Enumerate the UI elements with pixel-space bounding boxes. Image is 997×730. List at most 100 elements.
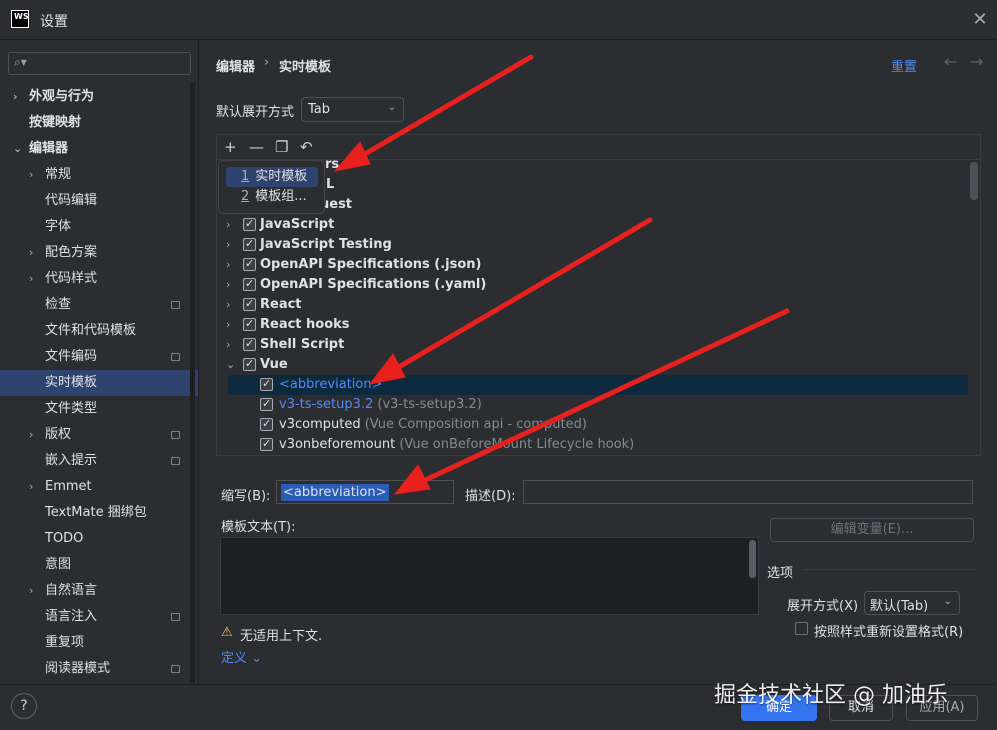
sidebar-item[interactable]: 实时模板 <box>0 370 198 396</box>
sidebar-scrollbar[interactable] <box>190 83 195 683</box>
sidebar-item[interactable]: 字体 <box>0 214 198 240</box>
webstorm-logo-icon: WS <box>11 10 29 28</box>
sidebar-item[interactable]: 嵌入提示 <box>0 448 198 474</box>
template-checkbox[interactable] <box>260 394 273 414</box>
copy-icon[interactable]: ❐ <box>275 138 288 156</box>
chevron-down-icon: ⌄ <box>943 596 952 607</box>
popup-menu-item[interactable]: 2 模板组... <box>226 187 318 207</box>
sidebar-item[interactable]: 文件类型 <box>0 396 198 422</box>
sidebar-item[interactable]: › 常规 <box>0 162 198 188</box>
template-row[interactable]: v3onbeforemount (Vue onBeforeMount Lifec… <box>217 434 969 455</box>
template-text-scrollbar[interactable] <box>749 540 756 578</box>
tree-group-row[interactable]: › React hooks <box>217 314 969 335</box>
tree-group-row[interactable]: › OpenAPI Specifications (.json) <box>217 254 969 275</box>
sidebar-item[interactable]: 按键映射 <box>0 110 198 136</box>
chevron-right-icon[interactable]: › <box>226 275 230 295</box>
group-checkbox[interactable] <box>243 354 256 374</box>
chevron-right-icon[interactable]: › <box>226 255 230 275</box>
project-scope-icon <box>171 457 180 465</box>
expand-with-select[interactable]: 默认(Tab) ⌄ <box>864 591 960 615</box>
sidebar-item[interactable]: › Emmet <box>0 474 198 500</box>
template-abbreviation: v3onbeforemount <box>279 437 396 452</box>
chevron-right-icon[interactable]: › <box>226 215 230 235</box>
sidebar-item[interactable]: 语言注入 <box>0 604 198 630</box>
tree-group-row[interactable]: › JavaScript <box>217 214 969 235</box>
chevron-right-icon[interactable]: › <box>13 84 18 110</box>
sidebar-item[interactable]: › 代码样式 <box>0 266 198 292</box>
sidebar-item-label: TODO <box>45 531 84 546</box>
default-expand-select[interactable]: Tab ⌄ <box>301 97 404 122</box>
tree-scrollbar[interactable] <box>970 162 978 200</box>
tree-group-label: OpenAPI Specifications (.json) <box>260 257 482 272</box>
sidebar-item[interactable]: TODO <box>0 526 198 552</box>
edit-variables-button[interactable]: 编辑变量(E)... <box>770 518 974 542</box>
reformat-checkbox[interactable] <box>795 622 808 635</box>
abbreviation-value[interactable]: <abbreviation> <box>281 484 389 501</box>
sidebar-item[interactable]: › 自然语言 <box>0 578 198 604</box>
close-icon[interactable]: ✕ <box>970 10 990 30</box>
sidebar-item-label: 阅读器模式 <box>45 661 111 676</box>
group-checkbox[interactable] <box>243 294 256 314</box>
template-checkbox[interactable] <box>260 374 273 394</box>
sidebar-item[interactable]: 阅读器模式 <box>0 656 198 682</box>
tree-group-row[interactable]: uest <box>217 195 969 215</box>
tree-group-row[interactable]: L <box>217 175 969 195</box>
sidebar-item-label: 代码编辑 <box>45 193 98 208</box>
template-text-area[interactable] <box>220 537 759 615</box>
sidebar-item[interactable]: ⌄ 编辑器 <box>0 136 198 162</box>
back-arrow-icon[interactable]: ← <box>944 52 957 71</box>
template-row[interactable]: v3computed (Vue Composition api - comput… <box>217 414 969 435</box>
chevron-right-icon[interactable]: › <box>29 240 33 266</box>
sidebar-item[interactable]: 代码编辑 <box>0 188 198 214</box>
sidebar-item[interactable]: 意图 <box>0 552 198 578</box>
chevron-right-icon[interactable]: › <box>29 162 33 188</box>
undo-icon[interactable]: ↶ <box>300 138 313 156</box>
chevron-right-icon[interactable]: › <box>29 578 33 604</box>
help-button[interactable]: ? <box>11 693 37 719</box>
group-checkbox[interactable] <box>243 314 256 334</box>
sidebar-item[interactable]: TextMate 捆绑包 <box>0 500 198 526</box>
sidebar-item[interactable]: 重复项 <box>0 630 198 656</box>
remove-icon[interactable]: — <box>249 138 264 156</box>
chevron-right-icon[interactable]: › <box>226 235 230 255</box>
tree-group-row[interactable]: rs <box>217 155 969 175</box>
sidebar-item[interactable]: 检查 <box>0 292 198 318</box>
sidebar-item[interactable]: › 配色方案 <box>0 240 198 266</box>
group-checkbox[interactable] <box>243 274 256 294</box>
sidebar-item-label: 编辑器 <box>29 141 69 156</box>
group-checkbox[interactable] <box>243 334 256 354</box>
search-input[interactable] <box>8 52 191 75</box>
chevron-down-icon[interactable]: ⌄ <box>13 136 22 162</box>
chevron-right-icon[interactable]: › <box>29 422 33 448</box>
chevron-down-icon[interactable]: ⌄ <box>226 355 235 375</box>
template-row[interactable]: <abbreviation> <box>228 374 968 395</box>
chevron-right-icon[interactable]: › <box>29 266 33 292</box>
tree-group-row[interactable]: › Shell Script <box>217 334 969 355</box>
template-checkbox[interactable] <box>260 414 273 434</box>
group-checkbox[interactable] <box>243 214 256 234</box>
chevron-right-icon[interactable]: › <box>226 295 230 315</box>
sidebar-item[interactable]: › 版权 <box>0 422 198 448</box>
sidebar-item[interactable]: 文件编码 <box>0 344 198 370</box>
chevron-right-icon[interactable]: › <box>226 335 230 355</box>
define-context-link[interactable]: 定义 ⌄ <box>221 647 262 666</box>
chevron-right-icon[interactable]: › <box>226 315 230 335</box>
breadcrumb-parent[interactable]: 编辑器 <box>216 56 255 75</box>
tree-group-row[interactable]: › JavaScript Testing <box>217 234 969 255</box>
template-row[interactable]: v3-ts-setup3.2 (v3-ts-setup3.2) <box>217 394 969 415</box>
group-checkbox[interactable] <box>243 234 256 254</box>
sidebar-item-label: 自然语言 <box>45 583 98 598</box>
add-icon[interactable]: + <box>224 138 237 156</box>
tree-group-row[interactable]: › OpenAPI Specifications (.yaml) <box>217 274 969 295</box>
reset-link[interactable]: 重置 <box>891 56 917 75</box>
description-input[interactable] <box>523 480 973 504</box>
tree-group-row[interactable]: ⌄ Vue <box>217 354 969 375</box>
sidebar-item[interactable]: 文件和代码模板 <box>0 318 198 344</box>
sidebar-item[interactable]: › 外观与行为 <box>0 84 198 110</box>
popup-menu-item[interactable]: 1 实时模板 <box>226 167 318 187</box>
forward-arrow-icon[interactable]: → <box>970 52 983 71</box>
chevron-right-icon[interactable]: › <box>29 474 33 500</box>
template-checkbox[interactable] <box>260 434 273 454</box>
tree-group-row[interactable]: › React <box>217 294 969 315</box>
group-checkbox[interactable] <box>243 254 256 274</box>
